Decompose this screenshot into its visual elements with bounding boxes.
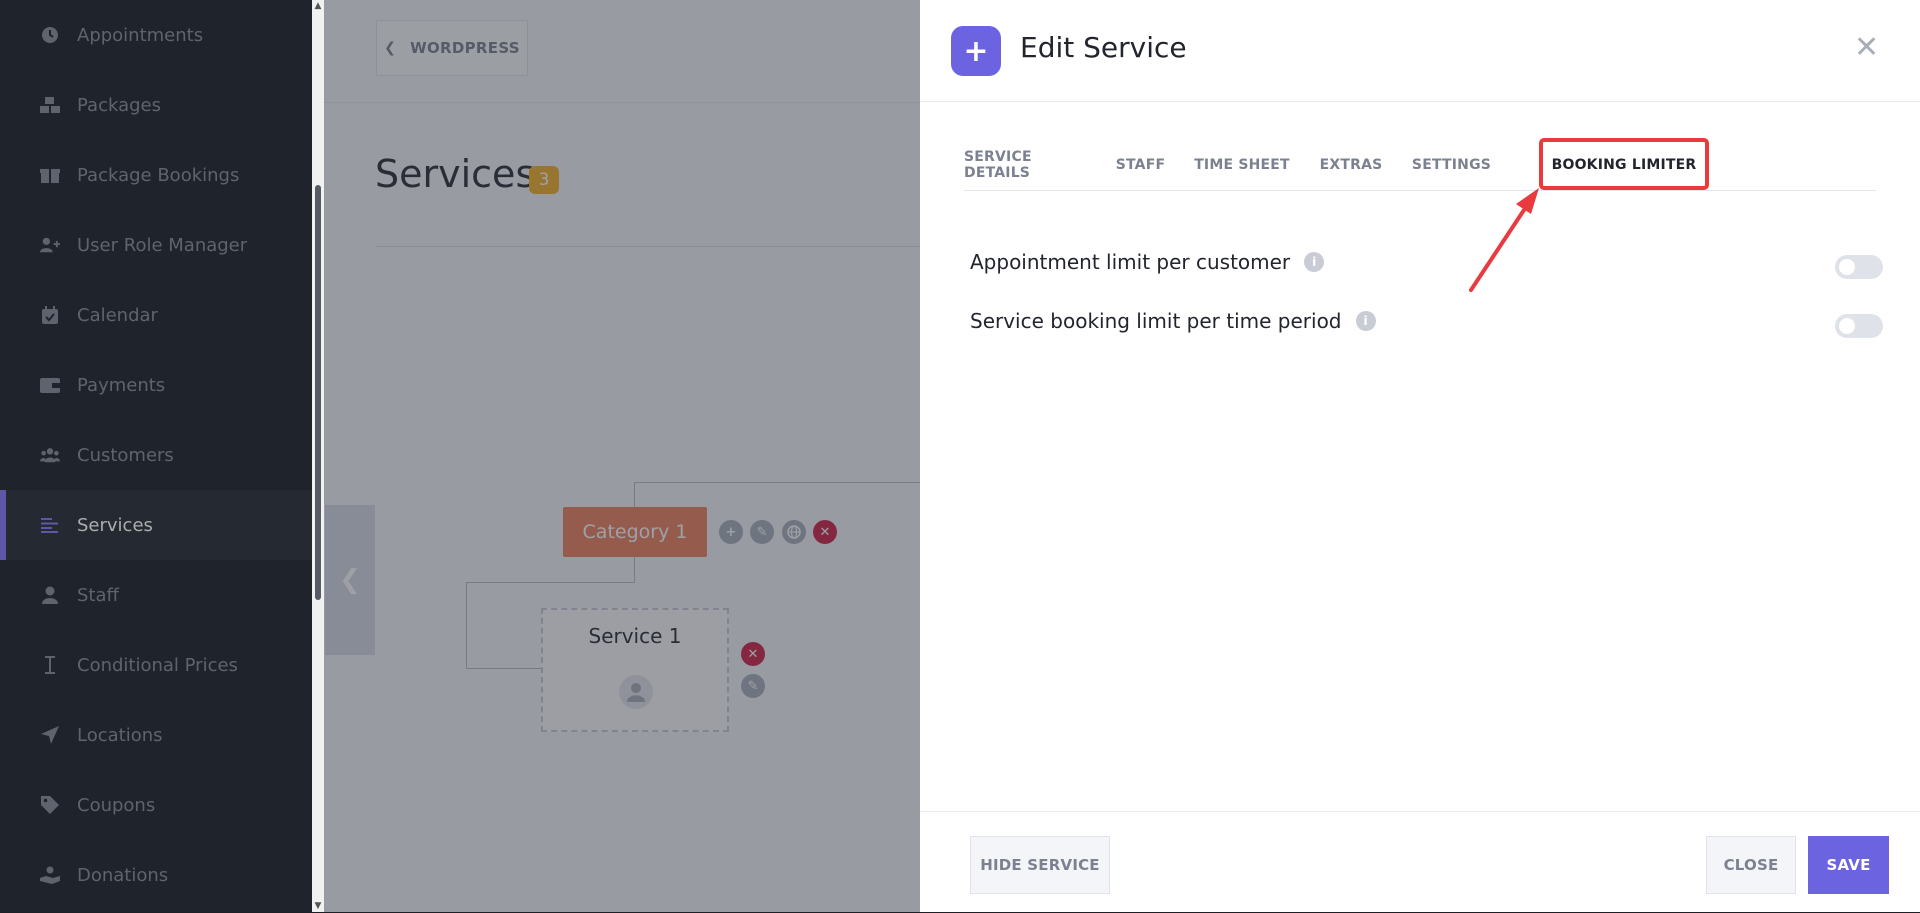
scroll-down-arrow-icon[interactable]: ▼	[312, 900, 324, 912]
service-booking-limit-toggle[interactable]	[1835, 314, 1883, 338]
page-dim-overlay	[324, 0, 920, 912]
annotation-arrow	[1469, 188, 1539, 292]
appointment-limit-toggle[interactable]	[1835, 255, 1883, 279]
service-booking-limit-label: Service booking limit per time period	[970, 309, 1342, 333]
info-icon[interactable]: i	[1304, 252, 1325, 272]
toggle-knob	[1839, 318, 1855, 334]
appointment-limit-label: Appointment limit per customer	[970, 250, 1291, 274]
save-button[interactable]: SAVE	[1808, 836, 1889, 894]
edit-service-modal: + Edit Service ✕ SERVICE DETAILS STAFF T…	[920, 0, 1920, 912]
modal-footer: HIDE SERVICE CLOSE SAVE	[920, 811, 1920, 913]
info-icon[interactable]: i	[1355, 311, 1376, 331]
scroll-up-arrow-icon[interactable]: ▲	[312, 0, 324, 12]
toggle-knob	[1839, 259, 1855, 275]
hide-service-button[interactable]: HIDE SERVICE	[970, 836, 1110, 894]
close-button[interactable]: CLOSE	[1706, 836, 1796, 894]
sidebar-dim-overlay	[0, 0, 324, 912]
service-booking-limit-row: Service booking limit per time period i	[970, 301, 1890, 341]
sidebar-scrollbar-thumb[interactable]	[315, 185, 321, 600]
appointment-limit-row: Appointment limit per customer i	[970, 242, 1890, 282]
